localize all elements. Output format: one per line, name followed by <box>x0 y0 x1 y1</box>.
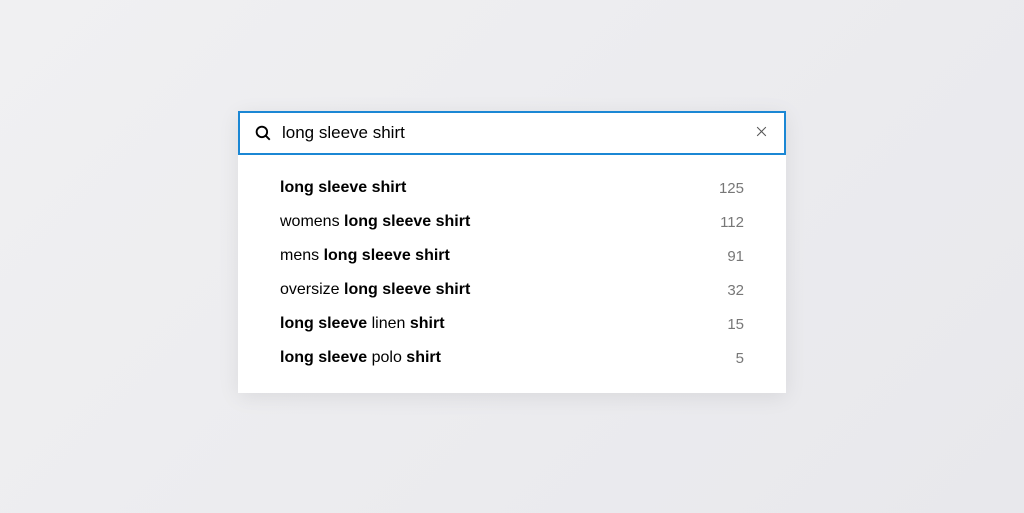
suggestion-item[interactable]: long sleeve polo shirt 5 <box>238 341 786 375</box>
suggestion-count: 91 <box>727 248 744 265</box>
search-icon <box>254 124 272 142</box>
suggestion-item[interactable]: mens long sleeve shirt 91 <box>238 239 786 273</box>
suggestion-item[interactable]: long sleeve shirt 125 <box>238 171 786 205</box>
clear-button[interactable] <box>752 124 770 142</box>
suggestion-count: 32 <box>727 282 744 299</box>
search-autocomplete: long sleeve shirt 125 womens long sleeve s… <box>238 111 786 393</box>
suggestion-text: long sleeve polo shirt <box>280 349 441 367</box>
search-input[interactable] <box>282 123 742 143</box>
search-input-row <box>238 111 786 155</box>
suggestion-text: long sleeve shirt <box>280 179 406 197</box>
suggestions-list: long sleeve shirt 125 womens long sleeve s… <box>238 155 786 393</box>
suggestion-item[interactable]: womens long sleeve shirt 112 <box>238 205 786 239</box>
suggestion-count: 125 <box>719 180 744 197</box>
close-icon <box>755 125 768 141</box>
suggestion-text: mens long sleeve shirt <box>280 247 450 265</box>
suggestion-item[interactable]: long sleeve linen shirt 15 <box>238 307 786 341</box>
suggestion-count: 5 <box>736 350 744 367</box>
suggestion-count: 15 <box>727 316 744 333</box>
suggestion-text: oversize long sleeve shirt <box>280 281 470 299</box>
suggestion-text: womens long sleeve shirt <box>280 213 470 231</box>
suggestion-text: long sleeve linen shirt <box>280 315 445 333</box>
suggestion-item[interactable]: oversize long sleeve shirt 32 <box>238 273 786 307</box>
suggestion-count: 112 <box>720 214 744 231</box>
